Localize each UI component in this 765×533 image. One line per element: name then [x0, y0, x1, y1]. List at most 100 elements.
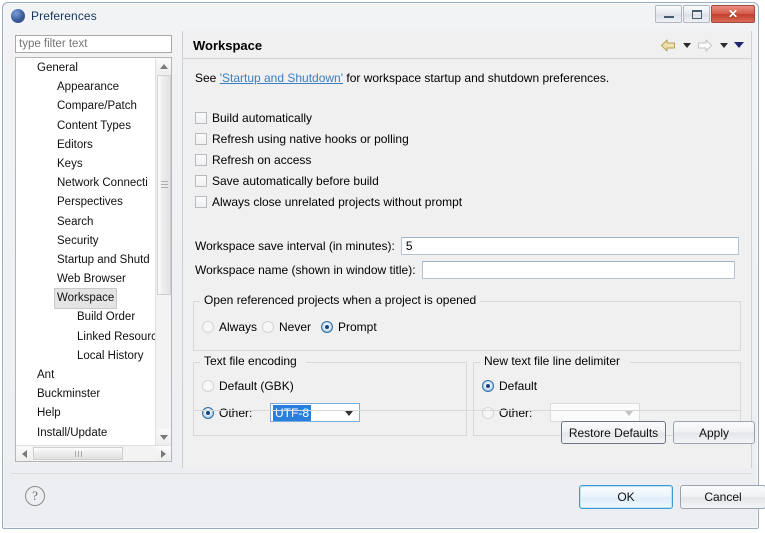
encoding-combo-value: UTF-8	[273, 404, 311, 421]
scroll-thumb-grip-icon	[161, 181, 168, 189]
workspace-save-interval-input[interactable]	[400, 237, 739, 255]
tree-item-ant[interactable]: Ant	[16, 365, 155, 384]
tree-item-compare-patch[interactable]: Compare/Patch	[16, 96, 155, 115]
apply-button[interactable]: Apply	[673, 421, 755, 444]
tree-item-label: Linked Resourc	[77, 330, 155, 343]
scroll-thumb-grip-icon	[74, 450, 82, 457]
group-text-file-encoding: Text file encoding Default (GBK) Other: …	[193, 354, 467, 436]
title-bar: Preferences ✕	[3, 3, 758, 28]
checkbox-close-unrelated-projects[interactable]: Always close unrelated projects without …	[195, 195, 462, 209]
tree-item-buckminster[interactable]: Buckminster	[16, 384, 155, 403]
radio-button	[482, 380, 494, 392]
cancel-button[interactable]: Cancel	[680, 485, 765, 509]
tree-item-security[interactable]: Security	[16, 231, 155, 250]
tree-item-label: Appearance	[57, 81, 120, 94]
tree-item-web-browser[interactable]: Web Browser	[16, 269, 155, 288]
radio-encoding-other[interactable]: Other:	[202, 406, 252, 420]
tree-item-label: Compare/Patch	[57, 100, 137, 113]
radio-label: Default (GBK)	[219, 379, 294, 393]
chevron-up-icon	[160, 63, 168, 69]
scroll-left-button[interactable]	[16, 446, 32, 461]
tree-item-editors[interactable]: Editors	[16, 135, 155, 154]
page-nav-toolbar	[658, 36, 745, 54]
tree-item-install-update[interactable]: Install/Update	[16, 423, 155, 442]
encoding-combo[interactable]: UTF-8	[270, 403, 360, 422]
checkbox-save-before-build[interactable]: Save automatically before build	[195, 174, 379, 188]
tree-item-label: Editors	[57, 138, 93, 151]
tree-item-label: Web Browser	[57, 273, 126, 286]
tree-item-label: Buckminster	[37, 388, 101, 401]
window-controls: ✕	[655, 5, 755, 23]
close-button[interactable]: ✕	[711, 5, 755, 23]
tree-item-local-history[interactable]: Local History	[16, 346, 155, 365]
tree-item-label: Perspectives	[57, 196, 123, 209]
tree-item-build-order[interactable]: Build Order	[16, 307, 155, 326]
scroll-down-button[interactable]	[156, 429, 171, 445]
ok-button[interactable]: OK	[579, 485, 673, 509]
tree-item-label: Startup and Shutd	[57, 253, 150, 266]
checkbox-label: Refresh on access	[212, 153, 312, 167]
view-menu-button[interactable]	[732, 36, 745, 54]
tree-item-network-connecti[interactable]: Network Connecti	[16, 173, 155, 192]
help-icon[interactable]: ?	[25, 486, 45, 506]
maximize-icon	[691, 9, 702, 19]
radio-open-referenced-never[interactable]: Never	[262, 320, 311, 334]
tree-item-general[interactable]: General	[16, 58, 155, 77]
radio-delimiter-default[interactable]: Default	[482, 379, 537, 393]
filter-input[interactable]	[15, 35, 172, 53]
radio-label: Other:	[499, 406, 533, 420]
radio-delimiter-other[interactable]: Other:	[482, 406, 532, 420]
tree-vertical-scroll-thumb[interactable]	[157, 75, 171, 295]
tree-item-keys[interactable]: Keys	[16, 154, 155, 173]
tree-item-startup-and-shutd[interactable]: Startup and Shutd	[16, 250, 155, 269]
maximize-button[interactable]	[683, 5, 710, 23]
tree-item-label: Build Order	[77, 311, 136, 324]
radio-button	[321, 321, 333, 333]
tree-item-perspectives[interactable]: Perspectives	[16, 192, 155, 211]
radio-open-referenced-always[interactable]: Always	[202, 320, 257, 334]
tree-vertical-scrollbar[interactable]	[155, 58, 171, 445]
checkbox-refresh-on-access[interactable]: Refresh on access	[195, 153, 311, 167]
radio-button	[202, 380, 214, 392]
tree-horizontal-scrollbar[interactable]	[16, 445, 171, 461]
tree-horizontal-scroll-thumb[interactable]	[33, 447, 123, 460]
checkbox-label: Build automatically	[212, 111, 313, 125]
forward-dropdown-button[interactable]	[717, 36, 730, 54]
scroll-up-button[interactable]	[156, 58, 171, 74]
chevron-down-icon	[345, 410, 353, 416]
tree-item-help[interactable]: Help	[16, 403, 155, 422]
tree-item-content-types[interactable]: Content Types	[16, 116, 155, 135]
radio-label: Other:	[219, 406, 253, 420]
workspace-name-input[interactable]	[421, 261, 735, 279]
tree-item-label: Security	[57, 234, 99, 247]
preferences-tree-list: General Appearance Compare/Patch Content Ty…	[16, 58, 155, 445]
tree-item-label: Network Connecti	[57, 177, 148, 190]
preferences-tree[interactable]: General Appearance Compare/Patch Content Ty…	[15, 57, 172, 462]
scroll-right-button[interactable]	[155, 446, 171, 461]
tree-item-linked-resourc[interactable]: Linked Resourc	[16, 327, 155, 346]
startup-and-shutdown-link[interactable]: 'Startup and Shutdown'	[220, 71, 343, 85]
dialog-body: General Appearance Compare/Patch Content Ty…	[11, 31, 755, 468]
checkbox-refresh-native-hooks[interactable]: Refresh using native hooks or polling	[195, 132, 409, 146]
forward-arrow-icon	[698, 39, 712, 51]
checkbox-build-automatically[interactable]: Build automatically	[195, 111, 312, 125]
delimiter-combo-value	[553, 412, 557, 414]
radio-encoding-default[interactable]: Default (GBK)	[202, 379, 294, 393]
delimiter-combo	[550, 403, 640, 422]
forward-button[interactable]	[695, 36, 715, 54]
back-button[interactable]	[658, 36, 678, 54]
restore-defaults-button[interactable]: Restore Defaults	[561, 421, 666, 444]
group-title: Text file encoding	[200, 354, 301, 368]
radio-open-referenced-prompt[interactable]: Prompt	[321, 320, 377, 334]
tree-item-workspace[interactable]: Workspace	[16, 288, 155, 310]
checkbox-box	[195, 154, 207, 166]
back-dropdown-button[interactable]	[680, 36, 693, 54]
tree-item-search[interactable]: Search	[16, 212, 155, 231]
preferences-sidebar: General Appearance Compare/Patch Content Ty…	[11, 31, 178, 468]
chevron-right-icon	[160, 450, 166, 458]
tree-item-label: Ant	[37, 369, 55, 381]
minimize-button[interactable]	[655, 5, 682, 23]
radio-label: Always	[219, 320, 258, 334]
tree-item-appearance[interactable]: Appearance	[16, 77, 155, 96]
checkbox-label: Always close unrelated projects without …	[212, 195, 463, 209]
